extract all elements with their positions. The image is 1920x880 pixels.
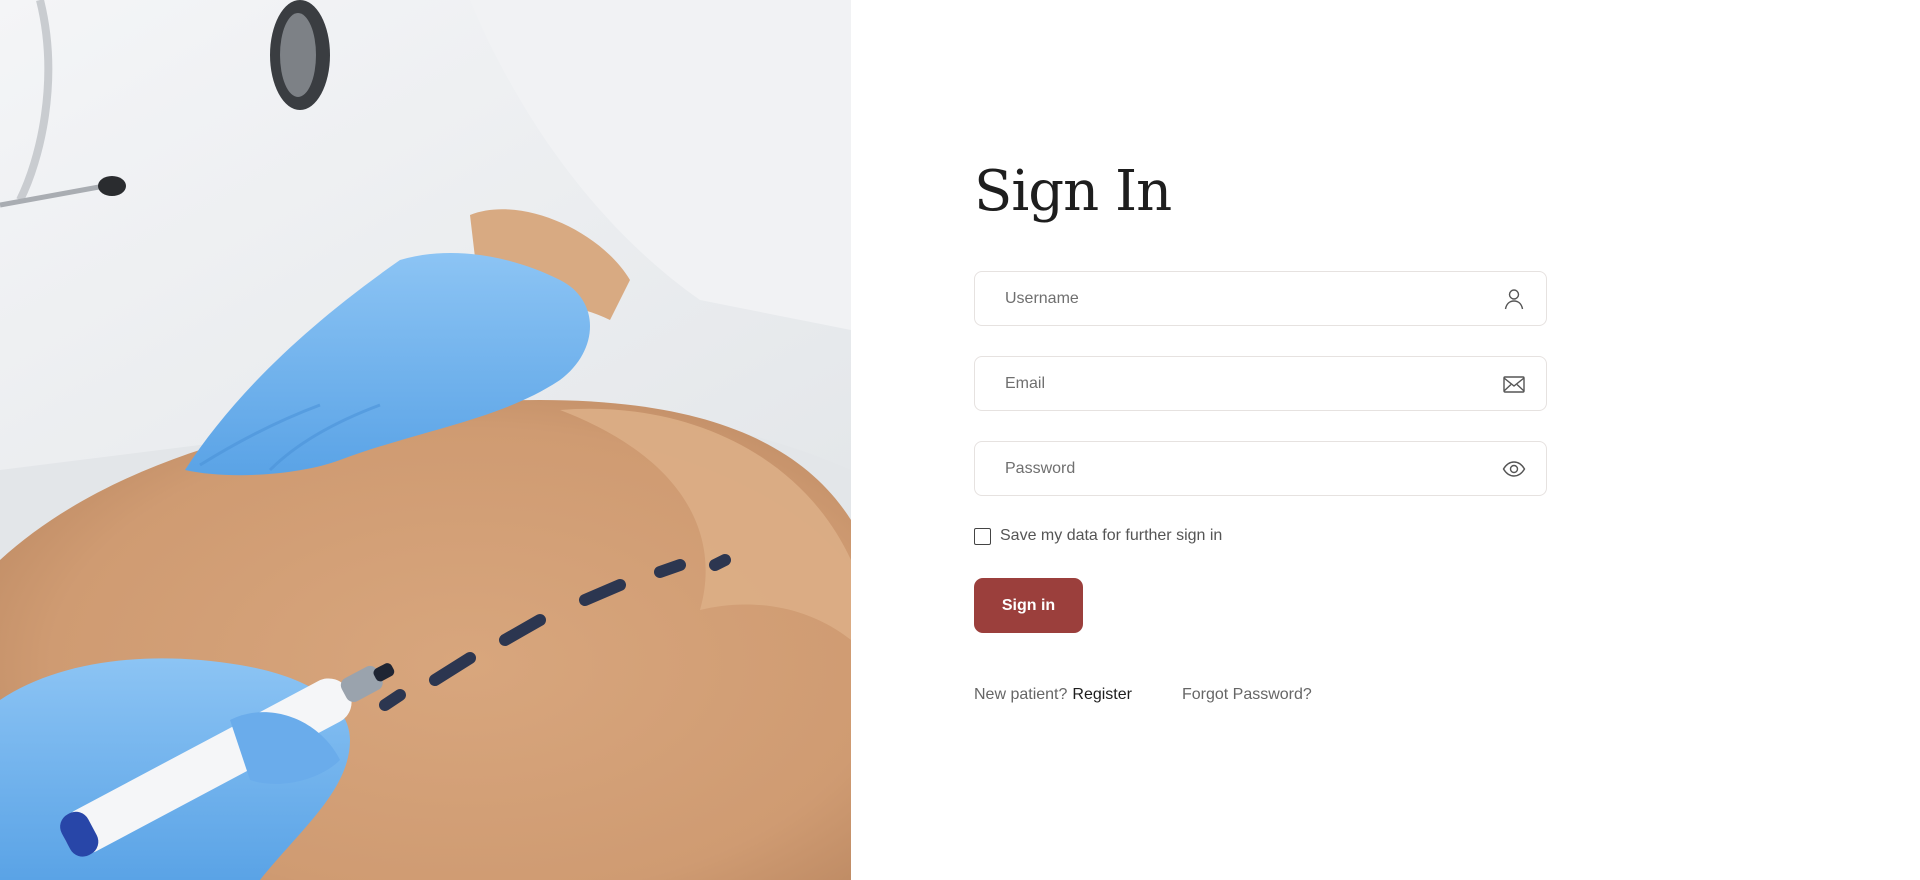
sign-in-page: Sign In Username Email Save my data for … [0, 0, 1920, 880]
sign-in-form: Sign In Username Email Save my data for … [974, 160, 1547, 705]
hero-photo [0, 0, 851, 880]
eye-icon[interactable] [1502, 457, 1526, 481]
password-input[interactable] [975, 442, 1546, 495]
envelope-icon [1502, 372, 1526, 396]
sign-in-button[interactable]: Sign in [974, 578, 1083, 633]
username-input[interactable] [975, 272, 1546, 325]
hero-illustration [0, 0, 851, 880]
username-field-wrapper [974, 271, 1547, 326]
email-input[interactable] [975, 357, 1546, 410]
new-patient-text: New patient? [974, 686, 1068, 703]
email-field-wrapper [974, 356, 1547, 411]
sign-in-panel: Sign In Username Email Save my data for … [851, 0, 1920, 880]
remember-me-label[interactable]: Save my data for further sign in [1000, 527, 1222, 545]
forgot-password-link[interactable]: Forgot Password? [1182, 685, 1312, 705]
page-title: Sign In [974, 159, 1172, 224]
remember-me-checkbox[interactable] [974, 527, 991, 545]
footer-links: New patient? Register Forgot Password? [974, 685, 1547, 705]
user-icon [1502, 287, 1526, 311]
register-link[interactable]: Register [1072, 685, 1132, 705]
password-field-wrapper [974, 441, 1547, 496]
remember-me-row: Save my data for further sign in [974, 526, 1547, 546]
